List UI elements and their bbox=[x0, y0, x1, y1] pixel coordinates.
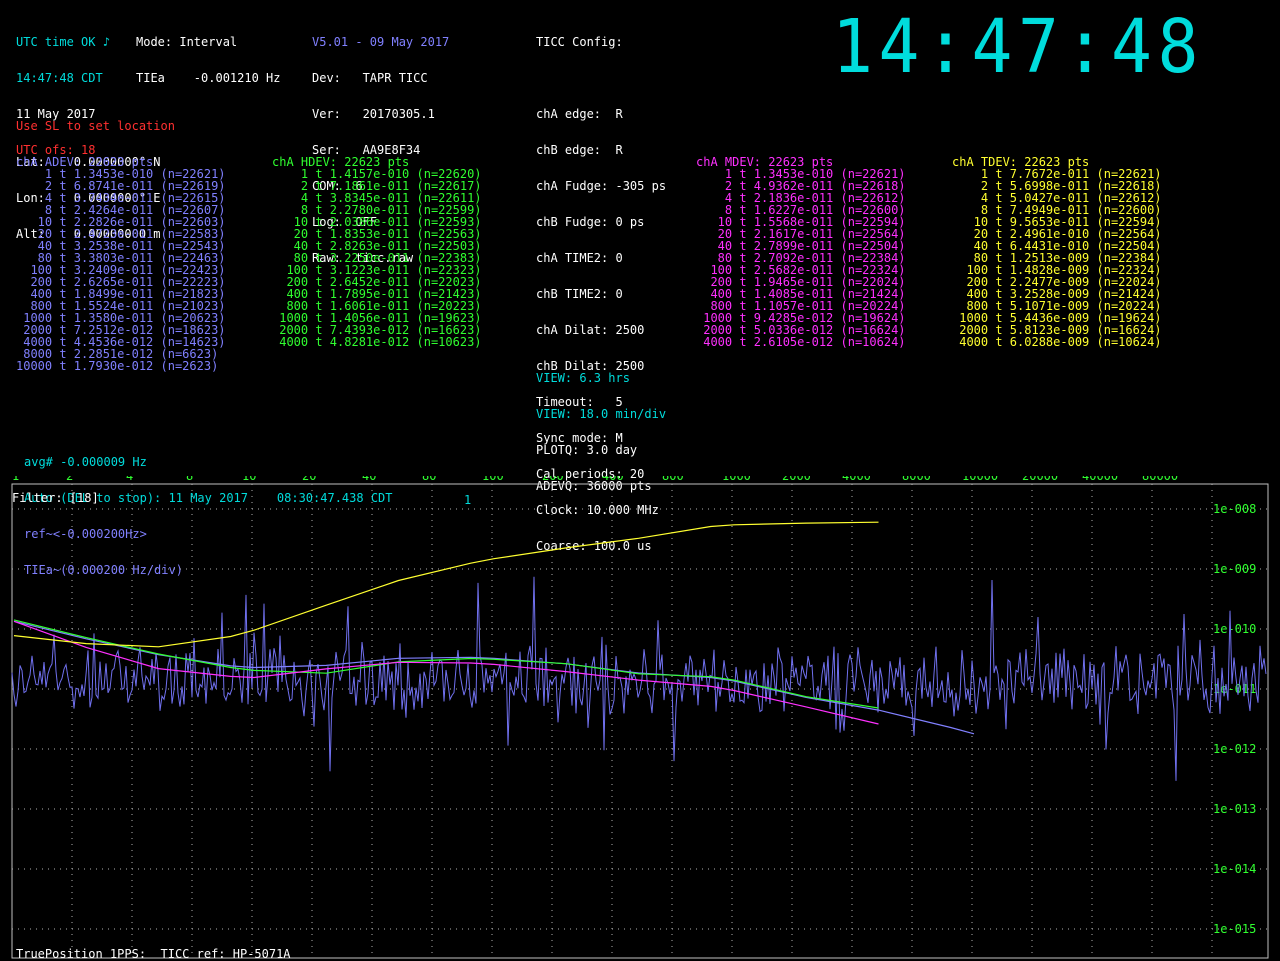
plot-frame bbox=[11, 483, 1269, 959]
device-line: Ver: 20170305.1 bbox=[312, 107, 435, 121]
y-tick-label: 1e-010 bbox=[1213, 622, 1256, 636]
hdev-table: chA HDEV: 22623 pts 1 t 1.4157e-010 (n=2… bbox=[272, 156, 482, 348]
location-warning: Use SL to set location bbox=[16, 119, 175, 133]
tie-trace bbox=[11, 576, 1267, 781]
device-line: Dev: TAPR TICC bbox=[312, 71, 428, 85]
ticc-config-title: TICC Config: bbox=[536, 35, 623, 49]
config-line: chA Dilat: 2500 bbox=[536, 323, 645, 337]
x-tick-label: 8000 bbox=[902, 476, 931, 483]
y-tick-label: 1e-014 bbox=[1213, 862, 1256, 876]
config-line: chA TIME2: 0 bbox=[536, 251, 623, 265]
y-tick-label: 1e-013 bbox=[1213, 802, 1256, 816]
x-tick-label: 8 bbox=[186, 476, 193, 483]
y-tick-label: 1e-009 bbox=[1213, 562, 1256, 576]
y-tick-label: 1e-015 bbox=[1213, 922, 1256, 936]
mdev-row: 4000 t 2.6105e-012 (n=10624) bbox=[696, 335, 906, 349]
y-tick-label: 1e-011 bbox=[1213, 682, 1256, 696]
mode-text: Mode: Interval bbox=[136, 35, 238, 49]
x-tick-label: 400 bbox=[602, 476, 624, 483]
x-tick-label: 80 bbox=[422, 476, 436, 483]
x-tick-label: 40000 bbox=[1082, 476, 1118, 483]
local-time: 14:47:48 CDT bbox=[16, 71, 103, 85]
x-tick-label: 2000 bbox=[782, 476, 811, 483]
cursor-marker: 1 bbox=[464, 493, 472, 507]
hdev-row: 4000 t 4.8281e-012 (n=10623) bbox=[272, 335, 482, 349]
x-tick-label: 100 bbox=[482, 476, 504, 483]
filter-label: Filter: [18] bbox=[12, 491, 99, 505]
plotq: PLOTQ: 3.0 day bbox=[536, 443, 638, 457]
big-clock: 14:47:48 bbox=[832, 4, 1205, 90]
x-tick-label: 40 bbox=[362, 476, 376, 483]
x-tick-label: 80000 bbox=[1142, 476, 1178, 483]
view-span: VIEW: 6.3 hrs bbox=[536, 371, 630, 385]
tdev-row: 4000 t 6.0288e-009 (n=10624) bbox=[952, 335, 1162, 349]
mdev-table: chA MDEV: 22623 pts 1 t 1.3453e-010 (n=2… bbox=[696, 156, 906, 348]
x-tick-label: 4 bbox=[126, 476, 133, 483]
x-tick-label: 1000 bbox=[722, 476, 751, 483]
x-tick-label: 20 bbox=[302, 476, 316, 483]
x-tick-label: 1 bbox=[12, 476, 19, 483]
y-tick-label: 1e-008 bbox=[1213, 502, 1256, 516]
y-tick-label: 1e-012 bbox=[1213, 742, 1256, 756]
utc-status: UTC time OK ♪ bbox=[16, 35, 110, 49]
config-line: chB Fudge: 0 ps bbox=[536, 215, 645, 229]
tdev-curve bbox=[13, 521, 879, 648]
version: V5.01 - 09 May 2017 bbox=[312, 35, 450, 49]
config-line: chB TIME2: 0 bbox=[536, 287, 623, 301]
tdev-table: chA TDEV: 22623 pts 1 t 7.7672e-011 (n=2… bbox=[952, 156, 1162, 348]
footer-text: TruePosition 1PPS: TICC ref: HP-5071A bbox=[16, 947, 291, 961]
x-tick-label: 10000 bbox=[962, 476, 998, 483]
deviation-plot[interactable]: 1 2 4 8 10 20 40 80 100 200 400 800 1000 2000 4000 8000… bbox=[0, 476, 1280, 960]
avg-freq: avg# -0.000009 Hz bbox=[24, 455, 147, 469]
adev-row: 10000 t 1.7930e-012 (n=2623) bbox=[16, 359, 219, 373]
config-line: chA edge: R bbox=[536, 107, 623, 121]
x-tick-label: 200 bbox=[542, 476, 564, 483]
config-line: chB edge: R bbox=[536, 143, 623, 157]
tiea-text: TIEa -0.001210 Hz bbox=[136, 71, 281, 85]
config-line: chA Fudge: -305 ps bbox=[536, 179, 667, 193]
x-tick-label: 20000 bbox=[1022, 476, 1058, 483]
mode-block: Mode: Interval TIEa -0.001210 Hz bbox=[136, 12, 281, 96]
view-div: VIEW: 18.0 min/div bbox=[536, 407, 667, 421]
adev-table: chA ADEV: 22623 pts 1 t 1.3453e-010 (n=2… bbox=[16, 156, 226, 372]
x-tick-label: 800 bbox=[662, 476, 684, 483]
x-tick-label: 10 bbox=[242, 476, 256, 483]
x-tick-label: 4000 bbox=[842, 476, 871, 483]
x-tick-label: 2 bbox=[66, 476, 73, 483]
